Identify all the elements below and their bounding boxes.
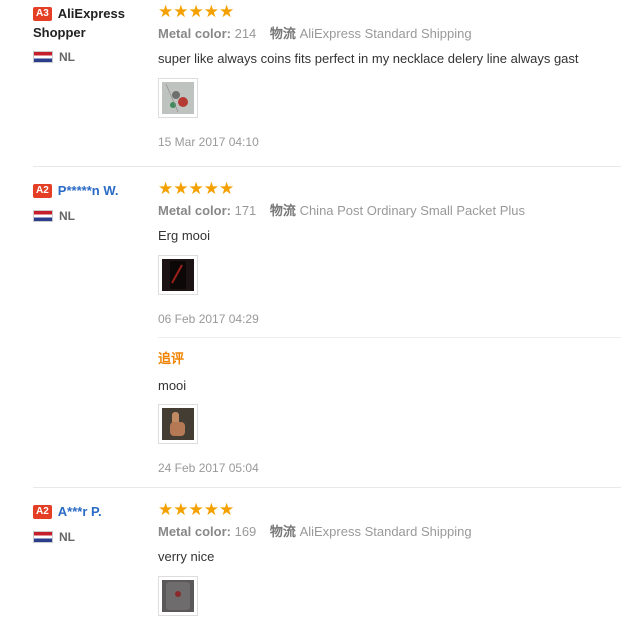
rating-stars: ★★★★★ <box>158 500 235 519</box>
followup-text: mooi <box>158 378 187 393</box>
metal-color-value: 169 <box>234 524 257 539</box>
review-divider <box>33 166 621 167</box>
shipping-method: China Post Ordinary Small Packet Plus <box>299 203 525 218</box>
metal-color-value: 171 <box>234 203 257 218</box>
reviewer-info: A2 P*****n W. <box>33 181 151 200</box>
phone-photo-icon <box>162 259 194 291</box>
reviewer-name[interactable]: A2 P*****n W. <box>33 181 151 200</box>
rating-stars: ★★★★★ <box>158 179 235 198</box>
followup-label: 追评 <box>158 351 185 366</box>
reviewer-name[interactable]: A2 A***r P. <box>33 502 151 521</box>
review-content: ★★★★★ Metal color: 214 物流 AliExpress Sta… <box>158 3 618 68</box>
necklace-photo-icon <box>162 82 194 114</box>
review-content: ★★★★★ Metal color: 169 物流 AliExpress Sta… <box>158 501 618 566</box>
review-photo-thumbnail[interactable] <box>158 576 198 616</box>
thumbs-up-photo-icon <box>162 408 194 440</box>
reviewer-info: A2 A***r P. <box>33 502 151 521</box>
review-photo-thumbnail[interactable] <box>158 78 198 118</box>
reviewer-country: NL <box>33 530 75 544</box>
review-date: 15 Mar 2017 04:10 <box>158 135 259 149</box>
review-photo-thumbnail[interactable] <box>158 255 198 295</box>
buyer-level-badge: A2 <box>33 505 52 519</box>
review-meta: Metal color: 169 物流 AliExpress Standard … <box>158 524 472 539</box>
followup-date: 24 Feb 2017 05:04 <box>158 461 259 475</box>
buyer-level-badge: A3 <box>33 7 52 21</box>
review-text: Erg mooi <box>158 228 211 243</box>
reviewer-name: A3 AliExpress Shopper <box>33 6 125 40</box>
review-divider <box>33 487 621 488</box>
followup-photo-thumbnail[interactable] <box>158 404 198 444</box>
followup-divider <box>158 337 621 338</box>
review-meta: Metal color: 214 物流 AliExpress Standard … <box>158 26 472 41</box>
review-text: super like always coins fits perfect in … <box>158 51 579 66</box>
rating-stars: ★★★★★ <box>158 2 235 21</box>
reviewer-country: NL <box>33 50 75 64</box>
review-meta: Metal color: 171 物流 China Post Ordinary … <box>158 203 525 218</box>
netherlands-flag-icon <box>33 51 53 63</box>
reviewer-country: NL <box>33 209 75 223</box>
reviewer-info: A3 AliExpress Shopper <box>33 4 151 42</box>
netherlands-flag-icon <box>33 531 53 543</box>
buyer-level-badge: A2 <box>33 184 52 198</box>
shipping-method: AliExpress Standard Shipping <box>299 524 472 539</box>
review-date: 06 Feb 2017 04:29 <box>158 312 259 326</box>
coin-photo-icon <box>162 580 194 612</box>
shipping-method: AliExpress Standard Shipping <box>299 26 472 41</box>
netherlands-flag-icon <box>33 210 53 222</box>
review-text: verry nice <box>158 549 215 564</box>
review-content: ★★★★★ Metal color: 171 物流 China Post Ord… <box>158 180 618 245</box>
metal-color-value: 214 <box>234 26 257 41</box>
